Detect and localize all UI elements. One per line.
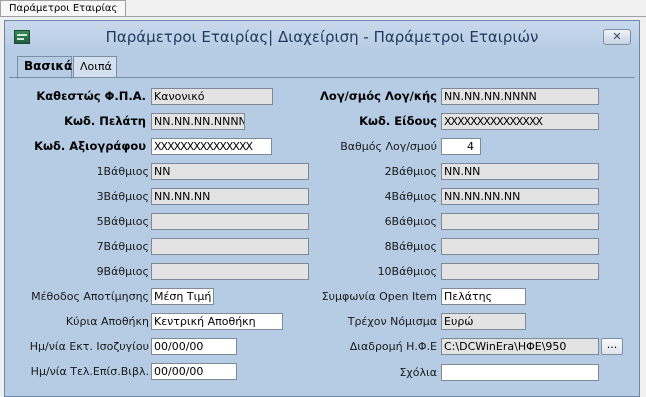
level6-label: 6Βάθμιος — [384, 215, 437, 228]
account-level-field[interactable]: 4 — [441, 138, 481, 155]
level2-field[interactable]: NN.NN — [441, 163, 599, 180]
main-warehouse-label: Κύρια Αποθήκη — [65, 315, 149, 328]
account-level-label: Βαθμός Λογ/σμού — [340, 140, 437, 153]
currency-field[interactable]: Ευρώ — [441, 313, 526, 330]
level4-label: 4Βάθμιος — [384, 190, 437, 203]
level10-field[interactable] — [441, 263, 599, 280]
balance-date-label: Ημ/νία Εκτ. Ισοζυγίου — [29, 340, 149, 353]
main-warehouse-field[interactable]: Κεντρική Αποθήκη — [151, 313, 283, 330]
level7-field[interactable] — [151, 238, 309, 255]
level5-field[interactable] — [151, 213, 309, 230]
security-code-field[interactable]: XXXXXXXXXXXXXXX — [151, 138, 272, 155]
document-tab-divider — [0, 16, 646, 17]
level10-label: 10Βάθμιος — [377, 265, 437, 278]
level3-label: 3Βάθμιος — [96, 190, 149, 203]
vat-status-field[interactable]: Κανονικό — [151, 88, 273, 105]
path-label: Διαδρομή Η.Φ.Ε — [349, 340, 437, 353]
level3-field[interactable]: NN.NN.NN — [151, 188, 309, 205]
title-bar: Παράμετροι Εταιρίας| Διαχείριση - Παράμε… — [5, 21, 639, 51]
customer-code-label: Κωδ. Πελάτη — [64, 114, 146, 128]
level8-field[interactable] — [441, 238, 599, 255]
security-code-label: Κωδ. Αξιογράφου — [34, 139, 146, 153]
document-tab[interactable]: Παράμετροι Εταιρίας — [0, 0, 127, 17]
vat-status-label: Καθεστώς Φ.Π.Α. — [36, 89, 146, 103]
level6-field[interactable] — [441, 213, 599, 230]
level2-label: 2Βάθμιος — [384, 165, 437, 178]
balance-date-field[interactable]: 00/00/00 — [151, 338, 237, 355]
window-title: Παράμετροι Εταιρίας| Διαχείριση - Παράμε… — [105, 28, 539, 46]
open-item-field[interactable]: Πελάτης — [441, 288, 526, 305]
tab-other[interactable]: Λοιπά — [73, 56, 117, 78]
level1-field[interactable]: NN — [151, 163, 309, 180]
level8-label: 8Βάθμιος — [384, 240, 437, 253]
level1-label: 1Βάθμιος — [96, 165, 149, 178]
currency-label: Τρέχον Νόμισμα — [347, 315, 437, 328]
tab-divider — [9, 77, 635, 78]
level9-field[interactable] — [151, 263, 309, 280]
company-parameters-window: Παράμετροι Εταιρίας| Διαχείριση - Παράμε… — [4, 20, 640, 397]
customer-code-field[interactable]: NN.NN.NN.NNNN — [151, 113, 245, 130]
account-code-label: Λογ/σμός Λογ/κής — [320, 89, 437, 103]
level5-label: 5Βάθμιος — [96, 215, 149, 228]
tab-basic[interactable]: Βασικά — [17, 56, 72, 79]
item-code-label: Κωδ. Είδους — [359, 114, 437, 128]
valuation-method-field[interactable]: Μέση Τιμή — [151, 288, 214, 305]
comments-label: Σχόλια — [399, 366, 437, 379]
final-date-field[interactable]: 00/00/00 — [151, 363, 237, 380]
close-button[interactable]: ✕ — [603, 29, 631, 45]
level4-field[interactable]: NN.NN.NN.NN — [441, 188, 599, 205]
path-field[interactable]: C:\DCWinEra\ΗΦΕ\950 — [441, 338, 599, 355]
browse-button[interactable]: ... — [601, 338, 623, 355]
account-code-field[interactable]: NN.NN.NN.NNNN — [441, 88, 599, 105]
level9-label: 9Βάθμιος — [96, 265, 149, 278]
final-date-label: Ημ/νία Τελ.Επίσ.Βιβλ. — [30, 365, 149, 378]
level7-label: 7Βάθμιος — [96, 240, 149, 253]
item-code-field[interactable]: XXXXXXXXXXXXXXX — [441, 113, 599, 130]
valuation-method-label: Μέθοδος Αποτίμησης — [31, 290, 149, 303]
comments-field[interactable] — [441, 364, 599, 381]
open-item-label: Συμφωνία Open Item — [321, 290, 437, 303]
